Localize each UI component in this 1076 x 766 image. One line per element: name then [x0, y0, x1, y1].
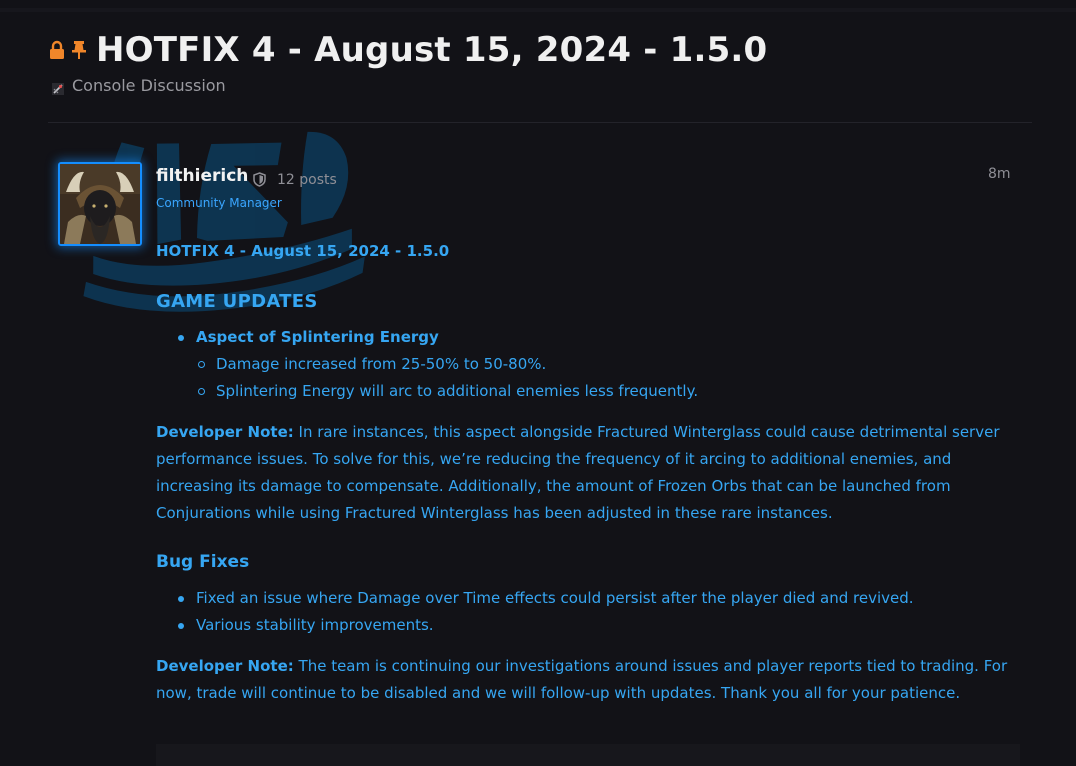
author-username[interactable]: filthierich	[156, 166, 248, 186]
topic-page: HOTFIX 4 - August 15, 2024 - 1.5.0 Conso…	[0, 0, 1076, 766]
page-title: HOTFIX 4 - August 15, 2024 - 1.5.0	[96, 30, 768, 70]
avatar[interactable]	[58, 162, 142, 246]
developer-note-label: Developer Note:	[156, 657, 294, 675]
game-updates-heading: GAME UPDATES	[156, 291, 318, 312]
pin-icon	[70, 39, 88, 61]
aspect-changes-list: Damage increased from 25-50% to 50-80%. …	[196, 351, 1026, 405]
post-headline: HOTFIX 4 - August 15, 2024 - 1.5.0	[156, 242, 450, 260]
post-body: HOTFIX 4 - August 15, 2024 - 1.5.0 GAME …	[156, 238, 1026, 707]
lock-icon	[48, 39, 66, 61]
bug-fixes-list: Fixed an issue where Damage over Time ef…	[156, 585, 1026, 639]
aspect-name: Aspect of Splintering Energy	[196, 328, 439, 346]
developer-note-label: Developer Note:	[156, 423, 294, 441]
author-title: Community Manager	[156, 196, 282, 210]
top-bar	[0, 8, 1076, 12]
bug-fixes-heading: Bug Fixes	[156, 552, 250, 572]
shield-icon	[253, 172, 266, 187]
list-item: Damage increased from 25-50% to 50-80%.	[196, 351, 1026, 378]
author-post-count: 12 posts	[277, 172, 337, 188]
category-label: Console Discussion	[72, 76, 226, 95]
developer-note-1: Developer Note: In rare instances, this …	[156, 419, 1026, 527]
category-icon	[52, 80, 64, 95]
post-timestamp[interactable]: 8m	[988, 166, 1011, 182]
list-item: Aspect of Splintering Energy Damage incr…	[156, 324, 1026, 405]
category-link[interactable]: Console Discussion	[52, 76, 226, 95]
topic-header: HOTFIX 4 - August 15, 2024 - 1.5.0	[48, 28, 767, 72]
game-updates-list: Aspect of Splintering Energy Damage incr…	[156, 324, 1026, 405]
code-block	[156, 744, 1020, 766]
list-item: Fixed an issue where Damage over Time ef…	[156, 585, 1026, 612]
developer-note-2: Developer Note: The team is continuing o…	[156, 653, 1026, 707]
list-item: Splintering Energy will arc to additiona…	[196, 378, 1026, 405]
list-item: Various stability improvements.	[156, 612, 1026, 639]
